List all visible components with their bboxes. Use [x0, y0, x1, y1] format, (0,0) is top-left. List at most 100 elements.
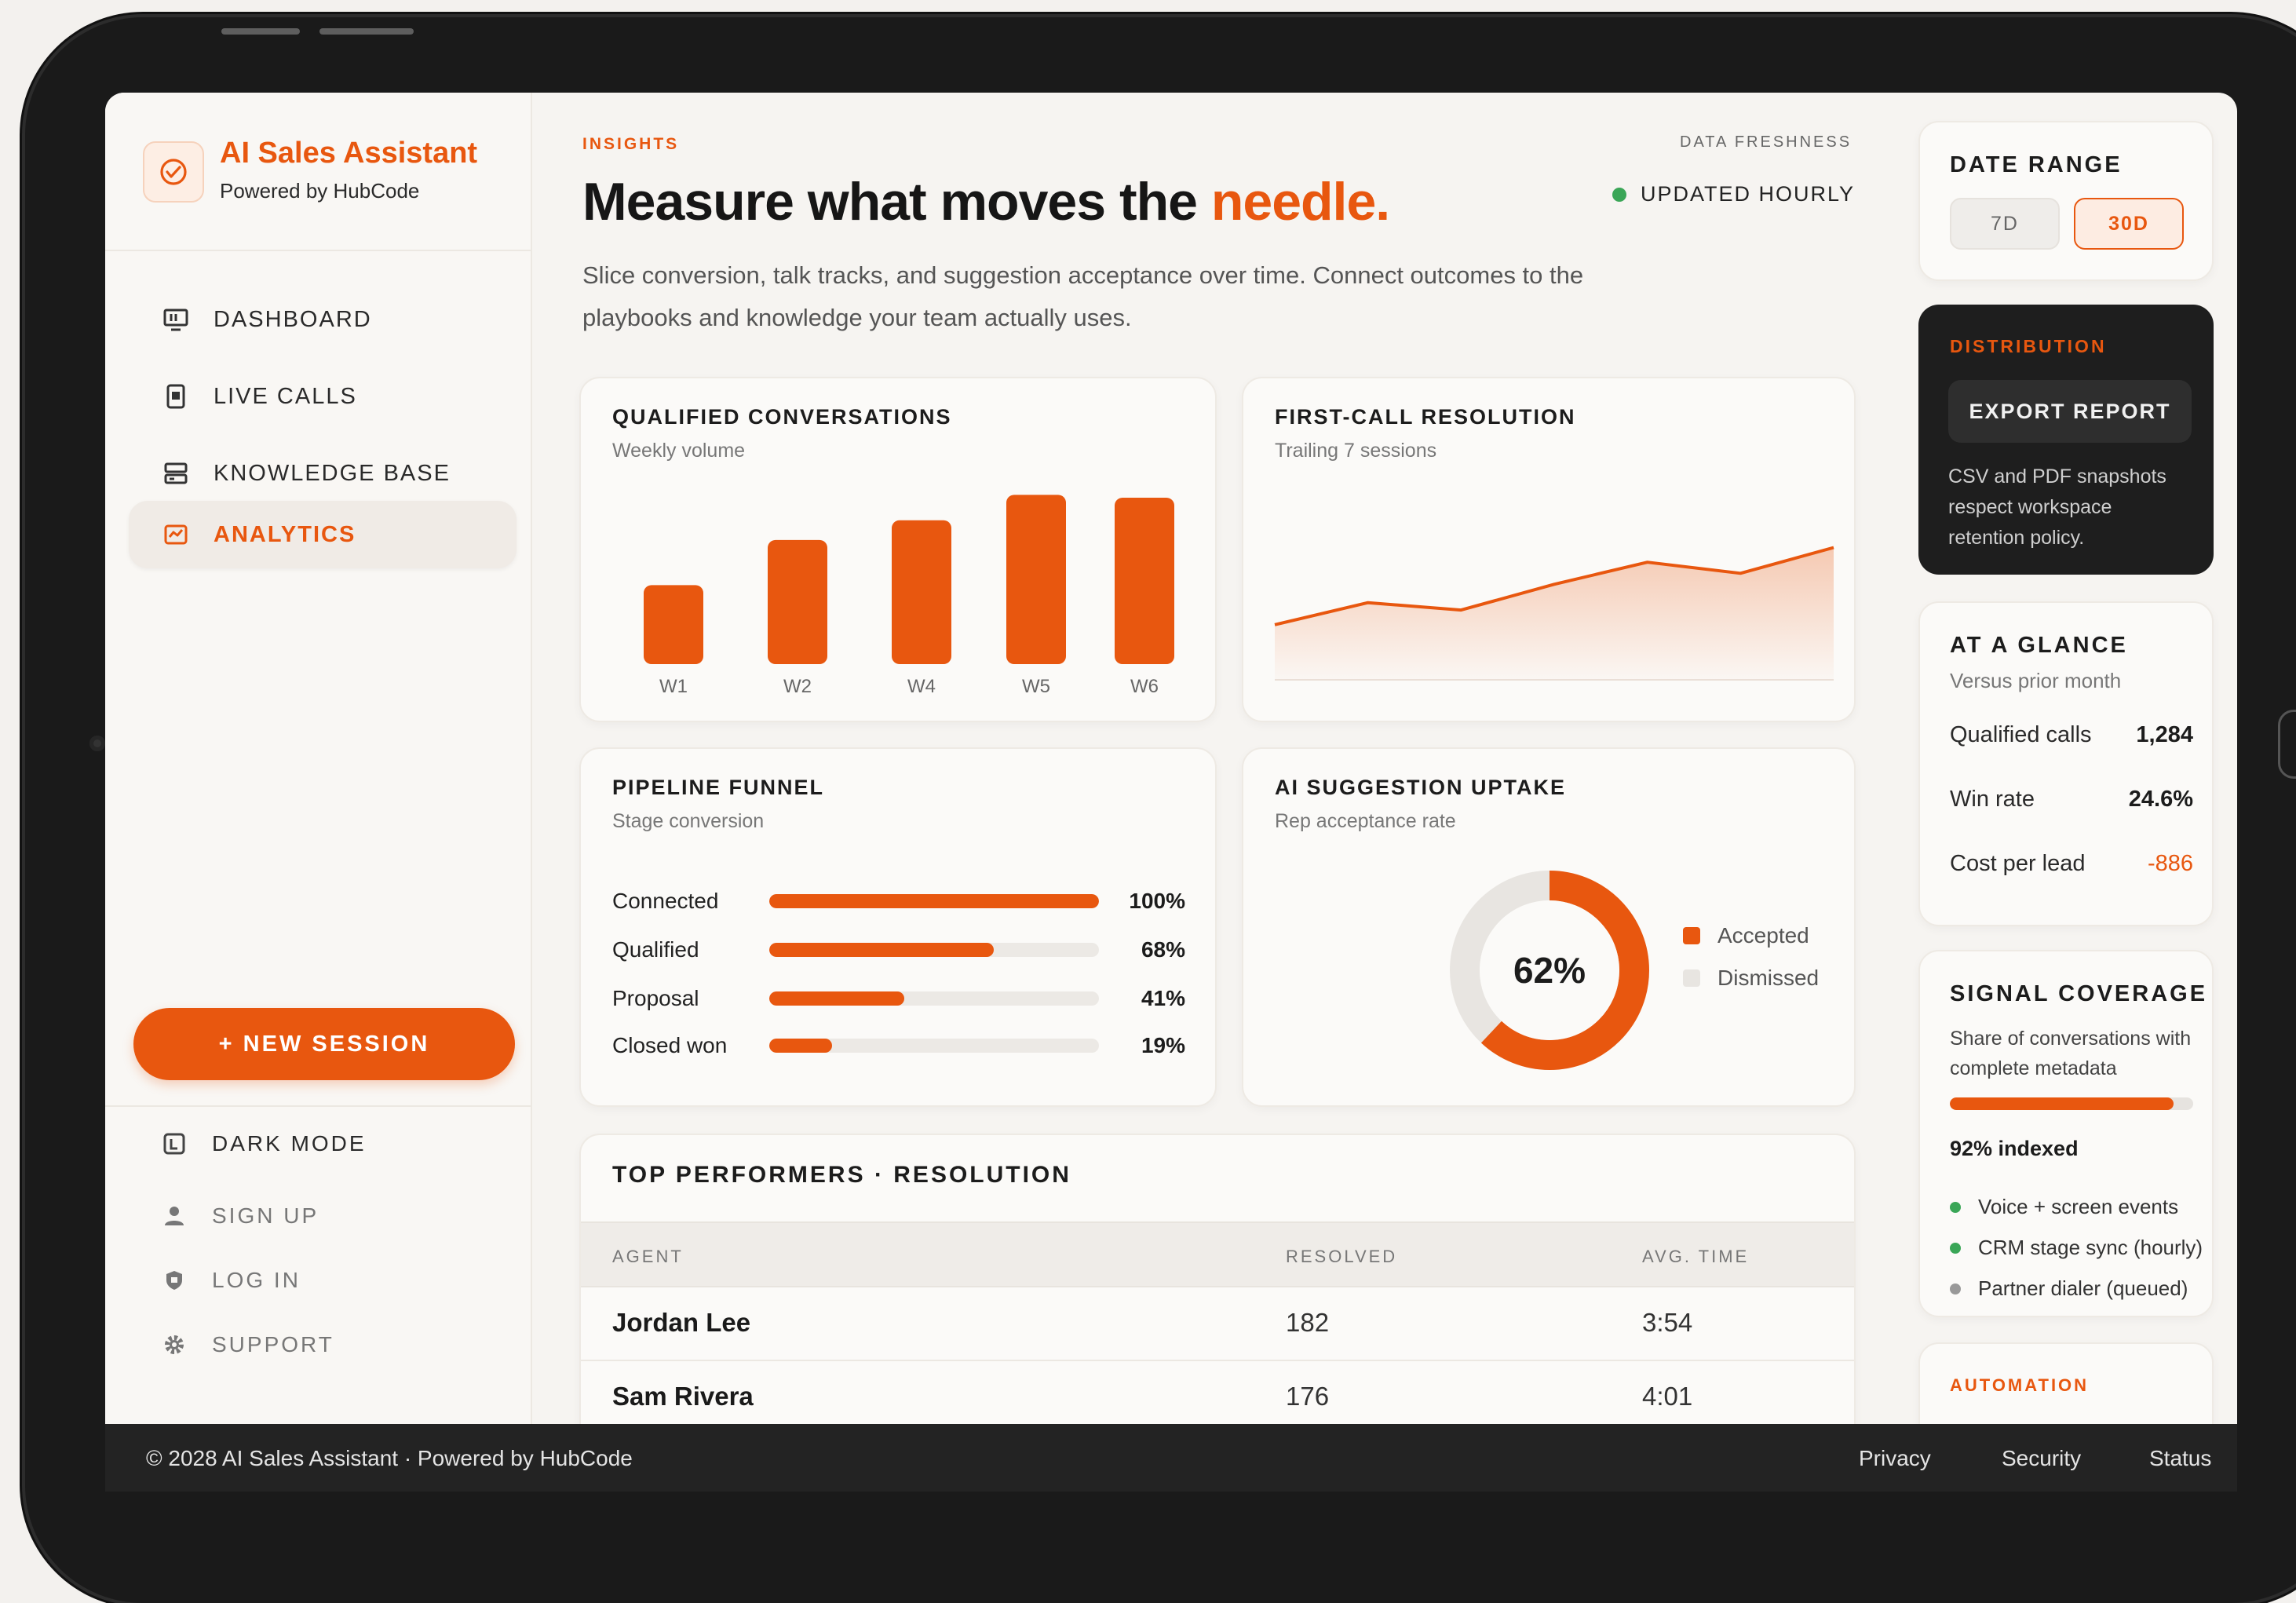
funnel-fill — [769, 894, 1099, 908]
sidebar: AI Sales Assistant Powered by HubCode DA… — [105, 93, 532, 1424]
moon-icon — [160, 1130, 188, 1158]
sidebar-item-dashboard[interactable]: DASHBOARD — [129, 286, 517, 353]
distribution-text: CSV and PDF snapshots respect workspace … — [1948, 466, 2166, 549]
funnel-track — [769, 1039, 1099, 1053]
divider — [105, 1105, 532, 1107]
coverage-item: Voice + screen events — [1950, 1195, 2178, 1219]
distribution-eyebrow: DISTRIBUTION — [1950, 336, 2107, 356]
funnel-row: Connected 100% — [612, 885, 1185, 917]
coverage-item-label: CRM stage sync (hourly) — [1978, 1236, 2203, 1259]
metric-win-rate: Win rate 24.6% — [1950, 787, 2193, 812]
status-link[interactable]: Status — [2149, 1446, 2211, 1471]
at-a-glance-subtitle: Versus prior month — [1950, 669, 2122, 692]
page-title: Measure what moves the needle. — [582, 171, 1390, 232]
column-header[interactable]: AGENT — [612, 1247, 684, 1267]
range-7d-button[interactable]: 7D — [1950, 198, 2060, 250]
coverage-item-label: Partner dialer (queued) — [1978, 1276, 2188, 1300]
signal-coverage-card: SIGNAL COVERAGE Share of conversations w… — [1918, 950, 2214, 1317]
power-button — [319, 28, 414, 35]
coverage-progress-fill — [1950, 1097, 2174, 1110]
app-footer: © 2028 AI Sales Assistant · Powered by H… — [105, 1424, 2237, 1492]
pipeline-funnel-card: PIPELINE FUNNEL Stage conversion Connect… — [579, 747, 1217, 1107]
x-tick-label: W4 — [907, 676, 936, 697]
table-row[interactable]: Jordan Lee 182 3:54 — [581, 1287, 1854, 1361]
range-30d-button[interactable]: 30D — [2074, 198, 2184, 250]
funnel-stage-value: 68% — [1141, 937, 1185, 962]
funnel-fill — [769, 943, 994, 957]
ai-suggestion-uptake-card: AI SUGGESTION UPTAKE Rep acceptance rate… — [1242, 747, 1856, 1107]
sidebar-item-live-calls[interactable]: LIVE CALLS — [129, 363, 517, 430]
donut-center-label: 62% — [1513, 950, 1586, 991]
phone-icon — [162, 382, 190, 411]
analytics-icon — [162, 520, 190, 549]
metric-value: -886 — [2147, 851, 2193, 876]
funnel-stage-value: 41% — [1141, 986, 1185, 1010]
metric-cost-per-lead: Cost per lead -886 — [1950, 851, 2193, 877]
coverage-item: CRM stage sync (hourly) — [1950, 1236, 2203, 1260]
log-in-label: LOG IN — [212, 1268, 301, 1292]
sign-up-link[interactable]: SIGN UP — [160, 1196, 319, 1236]
funnel-stage-label: Connected — [612, 889, 719, 913]
page-description: Slice conversion, talk tracks, and sugge… — [582, 261, 1584, 331]
headline-accent: needle. — [1210, 172, 1390, 232]
date-range-title: DATE RANGE — [1950, 152, 2123, 177]
column-header[interactable]: AVG. TIME — [1642, 1247, 1749, 1267]
legend-label: Accepted — [1717, 923, 1809, 948]
funnel-row: Qualified 68% — [612, 934, 1185, 966]
monitor-icon — [162, 305, 190, 334]
brand-logo-icon — [143, 141, 204, 203]
column-header[interactable]: RESOLVED — [1286, 1247, 1397, 1267]
signal-coverage-subtitle: Share of conversations with complete met… — [1950, 1028, 2192, 1079]
volume-button — [221, 28, 300, 35]
at-a-glance-card: AT A GLANCE Versus prior month Qualified… — [1918, 601, 2214, 926]
app-screen: AI Sales Assistant Powered by HubCode DA… — [105, 93, 2237, 1492]
bar-chart: W1 W2 W4 W5 W6 — [644, 495, 1174, 697]
legend-label: Dismissed — [1717, 966, 1820, 990]
status-dot-icon — [1950, 1283, 1961, 1294]
avg-time: 4:01 — [1642, 1382, 1693, 1411]
sidebar-item-knowledge-base[interactable]: KNOWLEDGE BASE — [129, 440, 517, 507]
coverage-item-label: Voice + screen events — [1978, 1195, 2179, 1218]
at-a-glance-title: AT A GLANCE — [1950, 633, 2128, 658]
resolved-count: 176 — [1286, 1382, 1330, 1411]
area-fill — [1275, 547, 1834, 680]
brand-title: AI Sales Assistant — [220, 137, 478, 170]
legend-swatch — [1683, 969, 1700, 987]
card-title: TOP PERFORMERS · RESOLUTION — [612, 1162, 1071, 1188]
support-link[interactable]: SUPPORT — [160, 1325, 334, 1364]
resolved-count: 182 — [1286, 1308, 1330, 1337]
legend-dismissed: Dismissed — [1683, 966, 1819, 991]
agent-name: Sam Rivera — [612, 1382, 754, 1411]
funnel-fill — [769, 991, 905, 1006]
status-dot-icon — [1612, 187, 1626, 202]
funnel-stage-value: 100% — [1129, 889, 1185, 913]
area-chart — [1274, 546, 1834, 681]
log-in-link[interactable]: LOG IN — [160, 1261, 301, 1300]
funnel-track — [769, 991, 1099, 1006]
dark-mode-toggle[interactable]: DARK MODE — [160, 1124, 367, 1163]
new-session-button[interactable]: + NEW SESSION — [133, 1008, 515, 1080]
security-link[interactable]: Security — [2002, 1446, 2081, 1471]
card-subtitle: Stage conversion — [612, 810, 765, 832]
funnel-track — [769, 894, 1099, 908]
x-tick-label: W5 — [1022, 676, 1050, 697]
export-report-button[interactable]: EXPORT REPORT — [1948, 380, 2192, 443]
coverage-progress-bar — [1950, 1097, 2193, 1110]
status-dot-icon — [1950, 1242, 1961, 1254]
bar-W5 — [1006, 495, 1066, 664]
funnel-stage-label: Closed won — [612, 1033, 728, 1057]
avg-time: 3:54 — [1642, 1308, 1693, 1337]
front-camera — [89, 736, 105, 751]
privacy-link[interactable]: Privacy — [1859, 1446, 1931, 1471]
automation-eyebrow: AUTOMATION — [1950, 1375, 2090, 1395]
freshness-status-text: UPDATED HOURLY — [1641, 182, 1856, 206]
funnel-row: Proposal 41% — [612, 983, 1185, 1014]
sidebar-item-label: DASHBOARD — [214, 306, 372, 332]
bar-W2 — [768, 539, 827, 664]
sidebar-item-analytics[interactable]: ANALYTICS — [129, 501, 517, 568]
coverage-item: Partner dialer (queued) — [1950, 1276, 2188, 1301]
metric-value: 1,284 — [2136, 722, 2193, 747]
x-tick-label: W6 — [1130, 676, 1159, 697]
status-dot-icon — [1950, 1201, 1961, 1213]
funnel-track — [769, 943, 1099, 957]
